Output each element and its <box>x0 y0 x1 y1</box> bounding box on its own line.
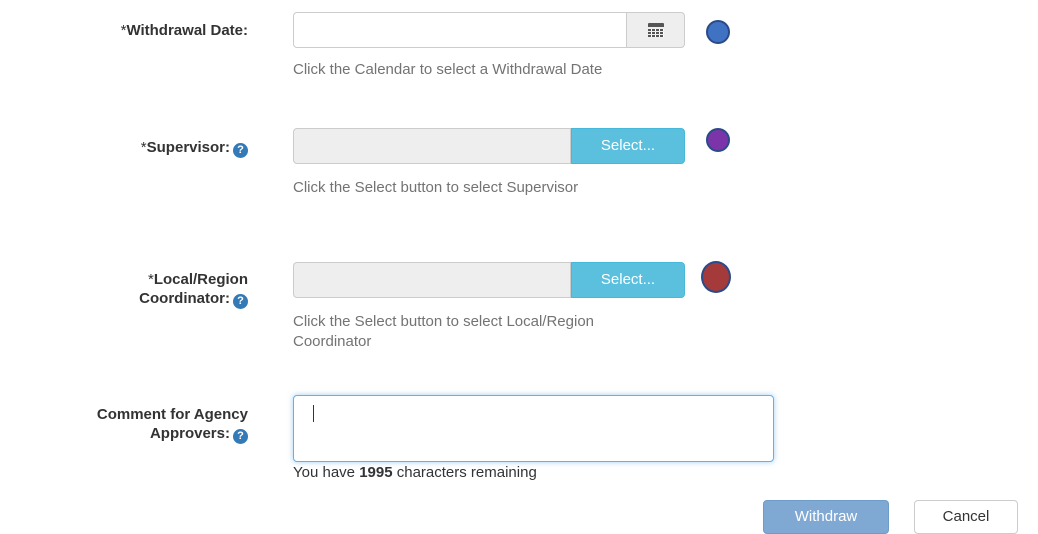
question-circle-icon[interactable]: ? <box>233 143 248 158</box>
withdrawal-date-label: *Withdrawal Date: <box>120 22 248 39</box>
question-circle-icon[interactable]: ? <box>233 429 248 444</box>
supervisor-marker <box>706 128 730 152</box>
supervisor-hint: Click the Select button to select Superv… <box>293 179 579 196</box>
cancel-button[interactable]: Cancel <box>914 500 1018 534</box>
coordinator-marker <box>701 261 731 293</box>
coordinator-select-button[interactable]: Select... <box>571 262 685 298</box>
calendar-button[interactable] <box>627 12 685 48</box>
withdrawal-date-input[interactable] <box>293 12 627 48</box>
comment-label: Comment for Agency Approvers:? <box>96 406 248 444</box>
withdrawal-date-marker <box>706 20 730 44</box>
withdrawal-date-hint: Click the Calendar to select a Withdrawa… <box>293 61 603 78</box>
supervisor-select-button[interactable]: Select... <box>571 128 685 164</box>
text-caret <box>313 405 314 422</box>
calendar-icon <box>647 23 664 37</box>
supervisor-input <box>293 128 571 164</box>
characters-remaining: You have 1995 characters remaining <box>293 464 537 481</box>
withdraw-button[interactable]: Withdraw <box>763 500 889 534</box>
coordinator-label: *Local/Region Coordinator:? <box>139 271 248 309</box>
question-circle-icon[interactable]: ? <box>233 294 248 309</box>
coordinator-input <box>293 262 571 298</box>
comment-textarea[interactable] <box>293 395 774 462</box>
coordinator-hint: Click the Select button to select Local/… <box>293 313 595 350</box>
supervisor-label: *Supervisor:? <box>141 138 248 158</box>
characters-remaining-count: 1995 <box>359 464 393 481</box>
